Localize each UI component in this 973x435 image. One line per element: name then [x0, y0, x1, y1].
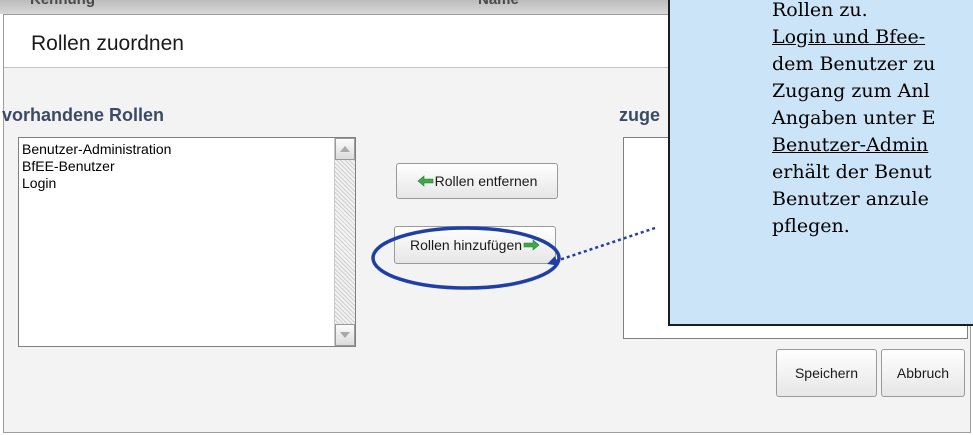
annotation-overlay [371, 226, 656, 290]
highlight-ellipse [371, 226, 561, 290]
dotted-arrow [547, 226, 656, 266]
